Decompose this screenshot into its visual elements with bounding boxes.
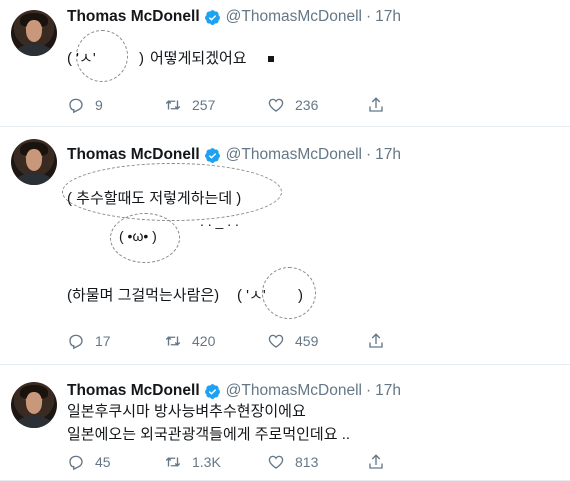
reply-icon	[69, 455, 83, 471]
tweet-text-close: )	[298, 287, 303, 304]
timestamp[interactable]: 17h	[375, 8, 401, 26]
author-name[interactable]: Thomas McDonell	[67, 382, 200, 400]
share-icon	[369, 333, 383, 348]
separator-dot: ·	[365, 382, 372, 399]
tweet-text-line1: 일본후쿠시마 방사능벼추수현장이에요	[67, 403, 306, 420]
verified-badge-icon	[204, 9, 220, 25]
like-count: 813	[295, 454, 319, 470]
reply-button[interactable]: 17	[67, 332, 111, 350]
author-name[interactable]: Thomas McDonell	[67, 8, 200, 26]
share-button[interactable]	[367, 453, 385, 471]
tweet-text-line2: (하물며 그걸먹는사람은)	[67, 287, 220, 304]
like-count: 459	[295, 333, 319, 349]
tweet-text-dots: . . _ . .	[200, 213, 239, 229]
heart-icon	[268, 98, 284, 112]
retweet-count: 1.3K	[192, 454, 221, 470]
tweet-text-face: ( •ω• )	[119, 228, 157, 244]
black-square-icon	[268, 56, 274, 62]
reply-count: 9	[95, 97, 103, 113]
reply-button[interactable]: 45	[67, 453, 111, 471]
timestamp[interactable]: 17h	[375, 146, 401, 164]
separator-dot: ·	[365, 8, 372, 25]
doodle-bubble	[262, 267, 316, 319]
share-icon	[369, 454, 383, 469]
author-handle[interactable]: @ThomasMcDonell	[226, 382, 362, 400]
share-button[interactable]	[367, 96, 385, 114]
tweet-3[interactable]: Thomas McDonell @ThomasMcDonell · 17h 일본…	[0, 365, 570, 481]
avatar[interactable]	[11, 139, 57, 185]
tweet-text: 어떻게되겠어요	[150, 50, 247, 67]
tweet-text-line1: ( 추수할때도 저렇게하는데 )	[67, 190, 242, 207]
heart-icon	[268, 334, 284, 348]
tweet-header: Thomas McDonell @ThomasMcDonell · 17h	[67, 8, 401, 26]
tweet-actions: 45 1.3K 813	[67, 453, 397, 473]
retweet-icon	[165, 457, 181, 467]
share-button[interactable]	[367, 332, 385, 350]
reply-icon	[69, 98, 83, 114]
like-button[interactable]: 459	[267, 332, 318, 350]
like-button[interactable]: 236	[267, 96, 318, 114]
tweet-text-face: ( 'ㅅ'	[67, 50, 96, 67]
separator-dot: ·	[365, 146, 372, 163]
author-handle[interactable]: @ThomasMcDonell	[226, 146, 362, 164]
tweet-actions: 17 420 459	[67, 332, 397, 352]
verified-badge-icon	[204, 383, 220, 399]
retweet-count: 257	[192, 97, 216, 113]
retweet-icon	[165, 336, 181, 346]
tweet-text-face2: ( 'ㅅ'	[237, 287, 266, 304]
reply-count: 45	[95, 454, 111, 470]
reply-icon	[69, 334, 83, 350]
like-count: 236	[295, 97, 319, 113]
tweet-actions: 9 257 236	[67, 96, 397, 116]
tweet-text-line2: 일본에오는 외국관광객들에게 주로먹인데요 ..	[67, 426, 351, 443]
author-name[interactable]: Thomas McDonell	[67, 146, 200, 164]
retweet-button[interactable]: 257	[164, 96, 215, 114]
retweet-icon	[165, 100, 181, 110]
retweet-count: 420	[192, 333, 216, 349]
tweet-1[interactable]: Thomas McDonell @ThomasMcDonell · 17h ( …	[0, 0, 570, 127]
retweet-button[interactable]: 420	[164, 332, 215, 350]
reply-button[interactable]: 9	[67, 96, 103, 114]
avatar[interactable]	[11, 382, 57, 428]
timestamp[interactable]: 17h	[375, 382, 401, 400]
like-button[interactable]: 813	[267, 453, 318, 471]
author-handle[interactable]: @ThomasMcDonell	[226, 8, 362, 26]
tweet-text-close: )	[139, 50, 144, 67]
share-icon	[369, 97, 383, 112]
heart-icon	[268, 455, 284, 469]
tweet-2[interactable]: Thomas McDonell @ThomasMcDonell · 17h ( …	[0, 127, 570, 365]
verified-badge-icon	[204, 147, 220, 163]
reply-count: 17	[95, 333, 111, 349]
retweet-button[interactable]: 1.3K	[164, 453, 221, 471]
tweet-header: Thomas McDonell @ThomasMcDonell · 17h	[67, 382, 401, 400]
avatar[interactable]	[11, 10, 57, 56]
tweet-header: Thomas McDonell @ThomasMcDonell · 17h	[67, 146, 401, 164]
